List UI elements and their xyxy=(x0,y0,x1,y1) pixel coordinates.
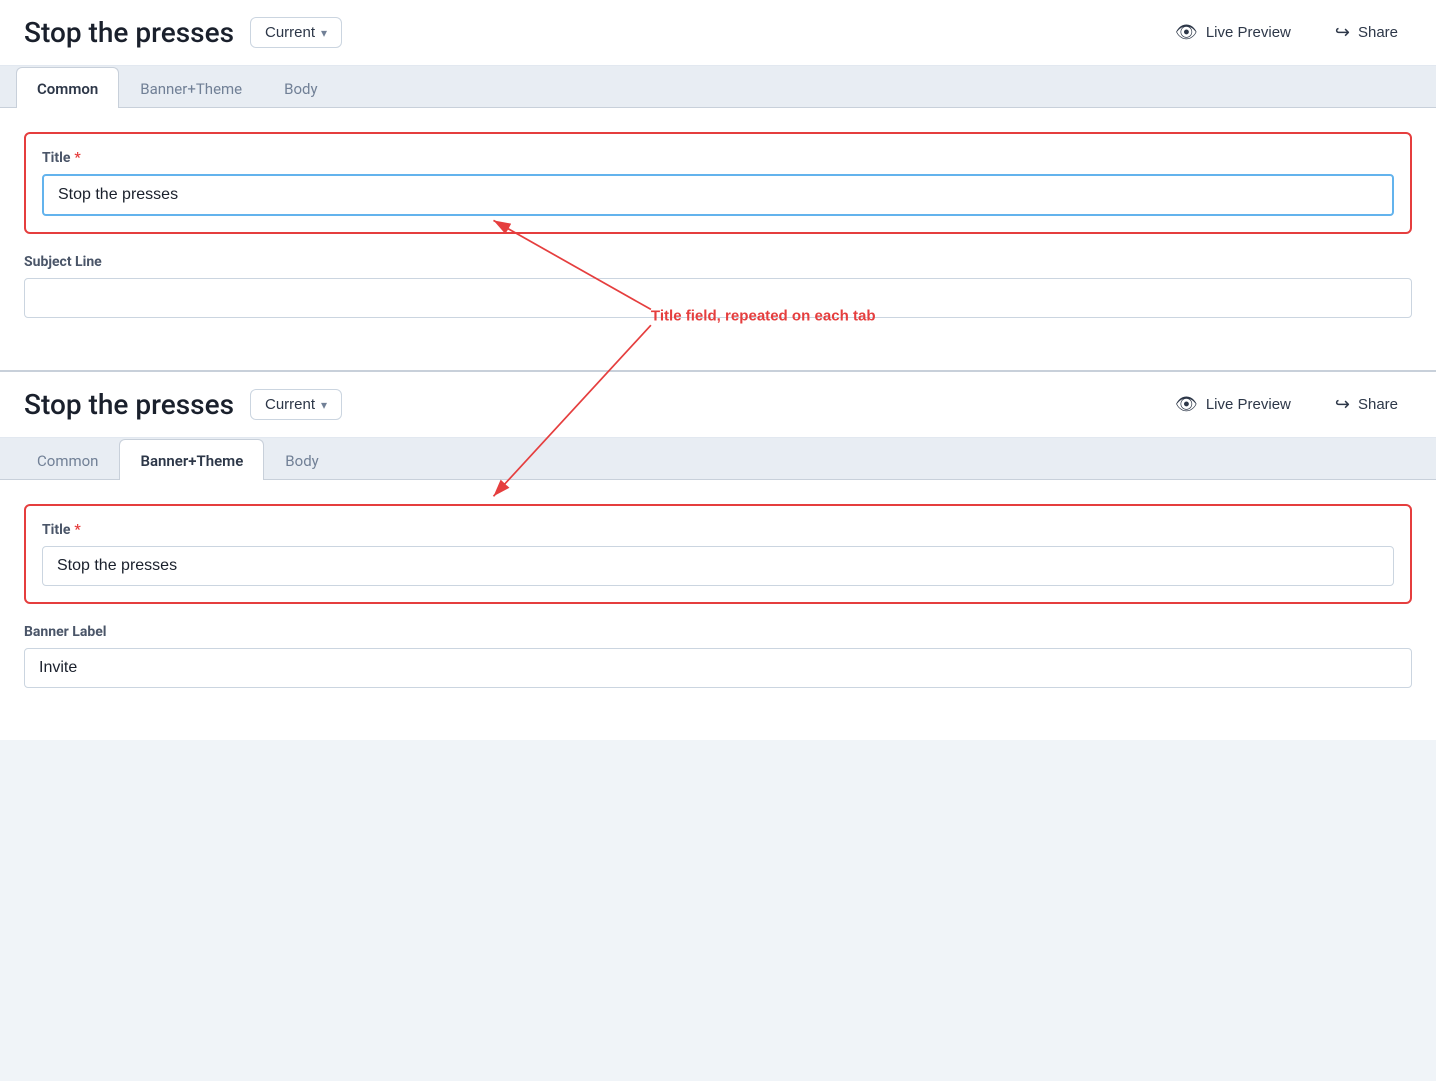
page-wrapper: Stop the presses Current ▾ 👁 Live Previe… xyxy=(0,0,1436,740)
bottom-live-preview-button[interactable]: 👁 Live Preview xyxy=(1161,388,1305,421)
bottom-share-icon: ↪ xyxy=(1335,394,1350,415)
live-preview-label: Live Preview xyxy=(1206,24,1291,41)
bottom-tabs-bar: Common Banner+Theme Body xyxy=(0,438,1436,480)
top-panel-content: Title * Subject Line xyxy=(0,108,1436,370)
bottom-panel-header: Stop the presses Current ▾ 👁 Live Previe… xyxy=(0,372,1436,438)
top-subject-line-section: Subject Line xyxy=(24,254,1412,318)
bottom-panel-content: Title * Banner Label xyxy=(0,480,1436,740)
bottom-title-label: Title * xyxy=(42,522,1394,538)
bottom-title-input[interactable] xyxy=(42,546,1394,586)
top-title-input[interactable] xyxy=(42,174,1394,216)
bottom-share-button[interactable]: ↪ Share xyxy=(1321,388,1412,421)
bottom-panel: Stop the presses Current ▾ 👁 Live Previe… xyxy=(0,372,1436,740)
bottom-banner-input[interactable] xyxy=(24,648,1412,688)
bottom-title-section: Title * xyxy=(24,504,1412,604)
share-button[interactable]: ↪ Share xyxy=(1321,16,1412,49)
top-title-label: Title * xyxy=(42,150,1394,166)
tab-common-top[interactable]: Common xyxy=(16,67,119,108)
live-preview-button[interactable]: 👁 Live Preview xyxy=(1161,16,1305,49)
share-label: Share xyxy=(1358,24,1398,41)
top-panel: Stop the presses Current ▾ 👁 Live Previe… xyxy=(0,0,1436,372)
bottom-version-label: Current xyxy=(265,396,315,413)
bottom-live-preview-label: Live Preview xyxy=(1206,396,1291,413)
bottom-eye-icon: 👁 xyxy=(1175,394,1198,415)
top-subject-input[interactable] xyxy=(24,278,1412,318)
eye-icon: 👁 xyxy=(1175,22,1198,43)
tab-body-bottom[interactable]: Body xyxy=(264,439,339,480)
top-title-section: Title * xyxy=(24,132,1412,234)
version-label: Current xyxy=(265,24,315,41)
tab-body-top[interactable]: Body xyxy=(263,67,338,108)
tab-banner-theme-top[interactable]: Banner+Theme xyxy=(119,67,263,108)
top-panel-header: Stop the presses Current ▾ 👁 Live Previe… xyxy=(0,0,1436,66)
bottom-banner-label-section: Banner Label xyxy=(24,624,1412,688)
top-tabs-bar: Common Banner+Theme Body xyxy=(0,66,1436,108)
top-subject-label: Subject Line xyxy=(24,254,1412,270)
bottom-page-title: Stop the presses xyxy=(24,388,234,421)
version-dropdown[interactable]: Current ▾ xyxy=(250,17,342,48)
bottom-chevron-down-icon: ▾ xyxy=(321,398,327,412)
tab-common-bottom[interactable]: Common xyxy=(16,439,119,480)
page-title: Stop the presses xyxy=(24,16,234,49)
chevron-down-icon: ▾ xyxy=(321,26,327,40)
bottom-banner-label: Banner Label xyxy=(24,624,1412,640)
required-star: * xyxy=(74,150,80,166)
share-icon: ↪ xyxy=(1335,22,1350,43)
bottom-required-star: * xyxy=(74,522,80,538)
bottom-share-label: Share xyxy=(1358,396,1398,413)
bottom-version-dropdown[interactable]: Current ▾ xyxy=(250,389,342,420)
tab-banner-theme-bottom[interactable]: Banner+Theme xyxy=(119,439,264,480)
